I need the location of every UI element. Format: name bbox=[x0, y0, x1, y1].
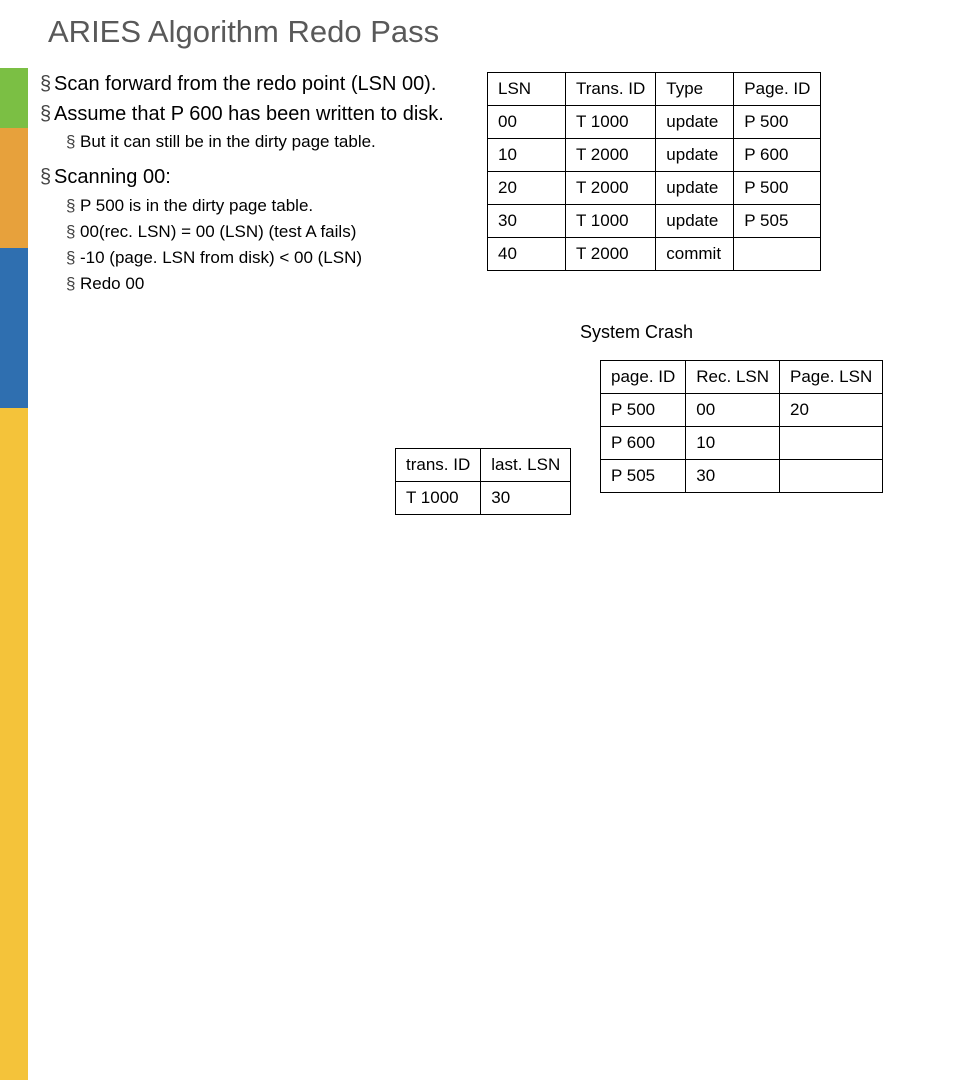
transaction-table: trans. ID last. LSN T 1000 30 bbox=[395, 448, 571, 515]
table-row: trans. ID last. LSN bbox=[396, 449, 571, 482]
table-row: 20 T 2000 update P 500 bbox=[488, 172, 821, 205]
table-row: 10 T 2000 update P 600 bbox=[488, 139, 821, 172]
bullet-1: Scan forward from the redo point (LSN 00… bbox=[40, 72, 470, 98]
log-table: LSN Trans. ID Type Page. ID 00 T 1000 up… bbox=[487, 72, 821, 271]
table-row: P 500 00 20 bbox=[601, 394, 883, 427]
bullet-2a: But it can still be in the dirty page ta… bbox=[66, 131, 470, 153]
table-row: P 600 10 bbox=[601, 427, 883, 460]
table-row: 00 T 1000 update P 500 bbox=[488, 106, 821, 139]
bullet-3c: -10 (page. LSN from disk) < 00 (LSN) bbox=[66, 247, 470, 269]
bullet-3a: P 500 is in the dirty page table. bbox=[66, 195, 470, 217]
bullet-3b: 00(rec. LSN) = 00 (LSN) (test A fails) bbox=[66, 221, 470, 243]
slide-title: ARIES Algorithm Redo Pass bbox=[48, 14, 439, 50]
crash-label: System Crash bbox=[580, 322, 693, 343]
table-row: 30 T 1000 update P 505 bbox=[488, 205, 821, 238]
bullet-3: Scanning 00: bbox=[40, 165, 470, 191]
dirty-page-table: page. ID Rec. LSN Page. LSN P 500 00 20 … bbox=[600, 360, 883, 493]
side-color-stripes bbox=[0, 68, 28, 540]
bullet-3d: Redo 00 bbox=[66, 273, 470, 295]
table-row: 40 T 2000 commit bbox=[488, 238, 821, 271]
table-row: LSN Trans. ID Type Page. ID bbox=[488, 73, 821, 106]
table-row: P 505 30 bbox=[601, 460, 883, 493]
table-row: T 1000 30 bbox=[396, 482, 571, 515]
bullet-2: Assume that P 600 has been written to di… bbox=[40, 102, 470, 128]
bullet-list: Scan forward from the redo point (LSN 00… bbox=[40, 72, 470, 299]
table-row: page. ID Rec. LSN Page. LSN bbox=[601, 361, 883, 394]
